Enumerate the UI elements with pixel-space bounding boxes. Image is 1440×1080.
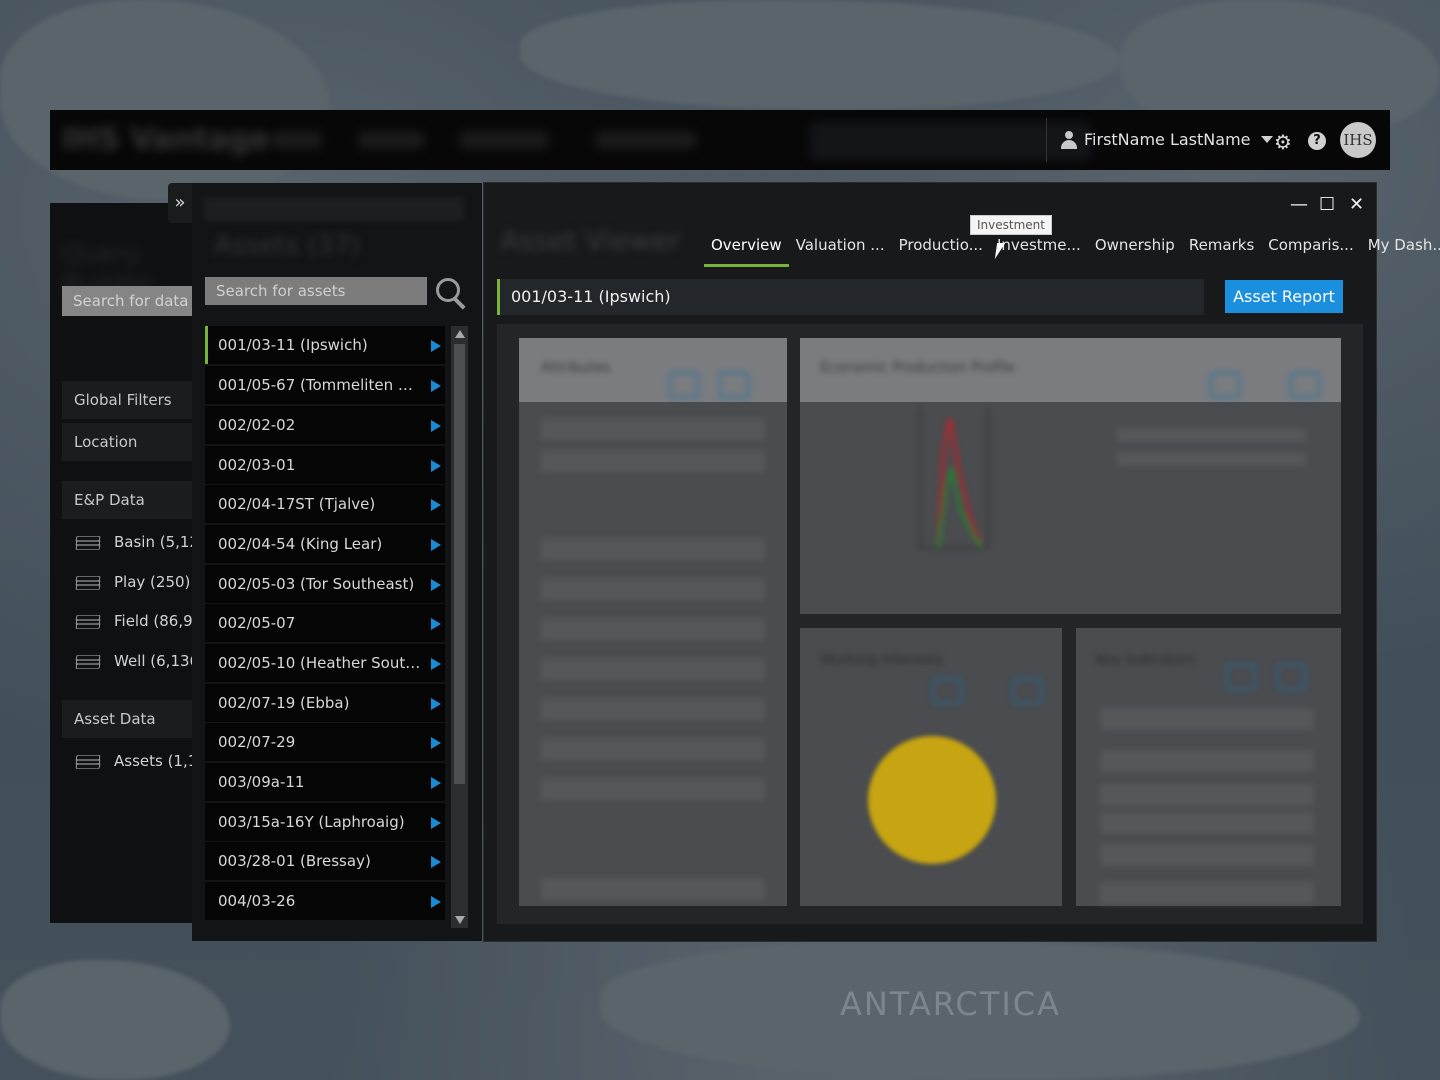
share-icon[interactable] bbox=[669, 372, 699, 398]
layer-label: Play (250) bbox=[114, 573, 191, 591]
layer-label: Assets (1,1 bbox=[114, 752, 198, 770]
asset-list-item[interactable]: 002/03-01 bbox=[205, 446, 445, 484]
asset-list-item[interactable]: 001/03-11 (Ipswich) bbox=[205, 326, 445, 364]
play-arrow-icon[interactable] bbox=[431, 420, 441, 432]
collapse-panel-button[interactable]: » bbox=[168, 183, 192, 223]
brand-logo[interactable]: IHS bbox=[1340, 122, 1376, 158]
tab-remarks[interactable]: Remarks bbox=[1182, 230, 1261, 264]
asset-list-item[interactable]: 002/05-03 (Tor Southeast) bbox=[205, 565, 445, 603]
maximize-icon[interactable]: ☐ bbox=[1319, 194, 1335, 215]
tab-overview[interactable]: Overview bbox=[704, 230, 789, 267]
nav-item[interactable] bbox=[596, 132, 696, 148]
layers-icon bbox=[75, 753, 101, 769]
asset-list-item[interactable]: 002/04-54 (King Lear) bbox=[205, 525, 445, 563]
layer-label: Field (86,92 bbox=[114, 612, 203, 630]
asset-search-input[interactable]: Search for assets bbox=[205, 277, 427, 305]
global-search-input[interactable] bbox=[810, 122, 1090, 160]
viewer-title: Asset Viewer bbox=[500, 224, 681, 257]
user-menu[interactable]: FirstName LastName bbox=[1060, 130, 1273, 149]
scrollbar-thumb[interactable] bbox=[454, 344, 465, 784]
user-name: FirstName LastName bbox=[1084, 130, 1251, 149]
play-arrow-icon[interactable] bbox=[431, 896, 441, 908]
share-icon[interactable] bbox=[932, 678, 962, 704]
working-interest-pie bbox=[868, 736, 996, 864]
play-arrow-icon[interactable] bbox=[431, 539, 441, 551]
layers-icon bbox=[75, 653, 101, 669]
minimize-icon[interactable]: — bbox=[1290, 194, 1308, 215]
play-arrow-icon[interactable] bbox=[431, 579, 441, 591]
app-logo: IHS Vantage bbox=[62, 122, 270, 157]
play-arrow-icon[interactable] bbox=[431, 737, 441, 749]
layers-icon bbox=[75, 574, 101, 590]
play-arrow-icon[interactable] bbox=[431, 380, 441, 392]
asset-list-item[interactable]: 002/05-07 bbox=[205, 604, 445, 642]
play-arrow-icon[interactable] bbox=[431, 499, 441, 511]
play-arrow-icon[interactable] bbox=[431, 777, 441, 789]
economic-production-profile-widget: Economic Production Profile bbox=[800, 338, 1341, 614]
tab-investment[interactable]: Investme... bbox=[990, 230, 1088, 264]
header-divider bbox=[1046, 118, 1047, 162]
search-icon[interactable] bbox=[434, 276, 470, 308]
asset-list-item[interactable]: 003/28-01 (Bressay) bbox=[205, 842, 445, 880]
attributes-widget: Attributes bbox=[519, 338, 787, 906]
expand-icon[interactable] bbox=[1012, 678, 1042, 704]
play-arrow-icon[interactable] bbox=[431, 340, 441, 352]
tab-comparison[interactable]: Comparis... bbox=[1261, 230, 1360, 264]
nav-item[interactable] bbox=[358, 132, 424, 148]
selected-asset-title: 001/03-11 (Ipswich) bbox=[497, 279, 1204, 315]
tab-valuation[interactable]: Valuation ... bbox=[789, 230, 892, 264]
tab-production[interactable]: Productio... bbox=[892, 230, 990, 264]
user-icon bbox=[1060, 130, 1078, 149]
layers-icon bbox=[75, 613, 101, 629]
production-chart bbox=[919, 408, 989, 549]
asset-list-item[interactable]: 002/04-17ST (Tjalve) bbox=[205, 485, 445, 523]
play-arrow-icon[interactable] bbox=[431, 698, 441, 710]
play-arrow-icon[interactable] bbox=[431, 658, 441, 670]
close-icon[interactable]: ✕ bbox=[1349, 194, 1364, 215]
asset-list-item[interactable]: 002/02-02 bbox=[205, 406, 445, 444]
gear-icon[interactable]: ⚙ bbox=[1274, 130, 1292, 154]
play-arrow-icon[interactable] bbox=[431, 618, 441, 630]
expand-icon[interactable] bbox=[719, 372, 749, 398]
tab-my-dashboard[interactable]: My Dash... bbox=[1361, 230, 1440, 264]
tab-ownership[interactable]: Ownership bbox=[1088, 230, 1182, 264]
asset-list: 001/03-11 (Ipswich) 001/05-67 (Tommelite… bbox=[205, 326, 445, 926]
asset-list-item[interactable]: 002/05-10 (Heather Southw... bbox=[205, 644, 445, 682]
map-label-antarctica: ANTARCTICA bbox=[840, 985, 1061, 1023]
play-arrow-icon[interactable] bbox=[431, 817, 441, 829]
expand-icon[interactable] bbox=[1290, 372, 1320, 398]
panel-header bbox=[204, 197, 464, 221]
help-icon[interactable]: ? bbox=[1308, 132, 1326, 150]
asset-list-item[interactable]: 004/03-26 bbox=[205, 882, 445, 920]
share-icon[interactable] bbox=[1210, 372, 1240, 398]
play-arrow-icon[interactable] bbox=[431, 460, 441, 472]
tab-tooltip: Investment bbox=[970, 215, 1052, 235]
asset-list-item[interactable]: 003/15a-16Y (Laphroaig) bbox=[205, 803, 445, 841]
chevron-down-icon bbox=[1260, 136, 1273, 143]
viewer-tabs: Overview Valuation ... Productio... Inve… bbox=[704, 230, 1440, 267]
asset-list-item[interactable]: 002/07-19 (Ebba) bbox=[205, 684, 445, 722]
panel-title: Assets (37) bbox=[214, 231, 361, 261]
expand-icon[interactable] bbox=[1276, 664, 1306, 690]
scroll-up-icon[interactable] bbox=[455, 330, 465, 338]
asset-list-item[interactable]: 003/09a-11 bbox=[205, 763, 445, 801]
asset-list-scrollbar[interactable] bbox=[451, 326, 468, 928]
asset-list-item[interactable]: 001/05-67 (Tommeliten Alp... bbox=[205, 366, 445, 404]
asset-list-item[interactable]: 002/07-29 bbox=[205, 723, 445, 761]
layers-icon bbox=[75, 534, 101, 550]
scroll-down-icon[interactable] bbox=[455, 916, 465, 924]
share-icon[interactable] bbox=[1226, 664, 1256, 690]
play-arrow-icon[interactable] bbox=[431, 856, 441, 868]
layer-label: Well (6,136 bbox=[114, 652, 200, 670]
nav-item[interactable] bbox=[460, 132, 548, 148]
nav-item[interactable] bbox=[272, 132, 322, 148]
key-indicators-widget: Key Indicators bbox=[1076, 628, 1341, 906]
asset-report-button[interactable]: Asset Report bbox=[1225, 280, 1343, 313]
